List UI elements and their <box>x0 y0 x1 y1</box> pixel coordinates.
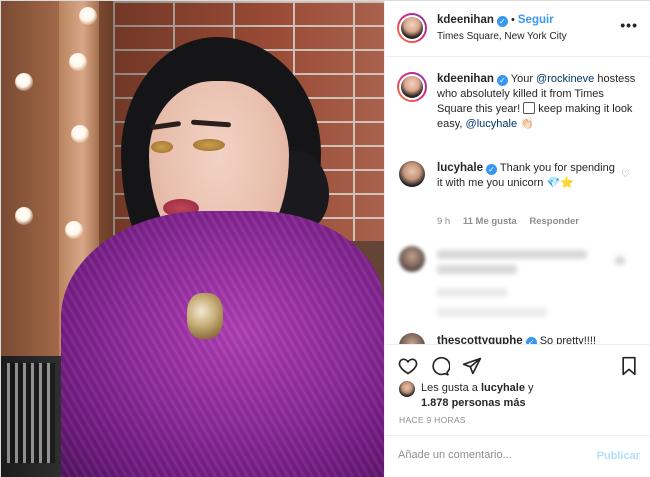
bookmark-icon[interactable] <box>618 355 640 377</box>
partial-avatar <box>399 333 425 344</box>
fur-texture <box>61 211 384 477</box>
likes-user[interactable]: lucyhale <box>481 382 525 394</box>
partial-text: So pretty!!!! <box>539 335 596 344</box>
likes-suffix: y <box>524 382 534 394</box>
header-title-line: kdeenihan ✓ • Seguir <box>437 14 554 27</box>
instagram-post: kdeenihan ✓ • Seguir Times Square, New Yo… <box>0 0 650 477</box>
post-timestamp[interactable]: HACE 9 HORAS <box>399 415 466 425</box>
caption-avatar[interactable] <box>397 72 427 102</box>
comments-list[interactable]: kdeenihan ✓ Your @rockineve hostess who a… <box>385 58 650 344</box>
necklace <box>187 293 223 339</box>
blurred-meta <box>437 288 507 297</box>
partial-comment: thescottyguphe ✓ So pretty!!!! <box>437 334 647 344</box>
caption-part: Your <box>510 73 537 85</box>
reply-emoji: 💎⭐ <box>546 177 574 189</box>
post-location[interactable]: Times Square, New York City <box>437 31 567 42</box>
mention-link[interactable]: @rockineve <box>536 73 594 85</box>
verified-icon: ✓ <box>496 75 508 86</box>
mirror-bulb <box>65 221 83 239</box>
makeup-brushes <box>7 363 55 463</box>
post-sidebar: kdeenihan ✓ • Seguir Times Square, New Yo… <box>384 1 650 477</box>
follow-button[interactable]: Seguir <box>518 14 554 26</box>
blurred-meta <box>437 308 547 317</box>
add-comment-bar: Publicar <box>385 435 650 477</box>
post-header: kdeenihan ✓ • Seguir Times Square, New Yo… <box>385 1 650 57</box>
share-icon[interactable] <box>461 355 483 377</box>
reply-meta: 9 h 11 Me gusta Responder <box>437 216 579 227</box>
likes-count[interactable]: 1.878 personas más <box>421 397 526 409</box>
more-icon[interactable]: ••• <box>620 17 638 33</box>
verified-icon: ✓ <box>525 337 537 344</box>
caption-text: kdeenihan ✓ Your @rockineve hostess who a… <box>437 72 637 132</box>
likes-prefix: Les gusta a <box>421 382 481 394</box>
likes-avatar[interactable] <box>399 381 415 397</box>
blurred-comment <box>615 256 625 265</box>
author-avatar[interactable] <box>397 13 427 43</box>
mirror-bulb <box>15 73 33 91</box>
emoji-glyph <box>523 102 536 114</box>
mirror-bulb <box>71 125 89 143</box>
blurred-avatar <box>399 246 425 272</box>
verified-icon: ✓ <box>486 164 498 175</box>
reply-button[interactable]: Responder <box>529 216 579 227</box>
reply-text: lucyhale ✓ Thank you for spending it with… <box>437 161 617 191</box>
post-photo[interactable] <box>1 1 384 477</box>
author-username[interactable]: kdeenihan <box>437 14 494 26</box>
mirror-bulb <box>15 207 33 225</box>
clap-emoji: 👏🏻 <box>520 118 534 130</box>
eye <box>193 139 225 151</box>
mention-link[interactable]: @lucyhale <box>466 118 518 130</box>
reply-likes[interactable]: 11 Me gusta <box>463 216 517 227</box>
mirror-bulb <box>69 53 87 71</box>
mirror-bulb <box>79 7 97 25</box>
eye <box>151 141 173 153</box>
likes-summary: Les gusta a lucyhale y <box>421 382 534 394</box>
small-heart-icon[interactable]: ♡ <box>621 169 630 180</box>
reply-time: 9 h <box>437 216 451 227</box>
reply-username[interactable]: lucyhale <box>437 162 483 174</box>
blurred-comment <box>437 265 517 274</box>
comment-input[interactable] <box>398 449 588 461</box>
verified-icon: ✓ <box>496 16 508 27</box>
comment-icon[interactable] <box>429 355 451 377</box>
dot-separator: • <box>510 14 518 26</box>
caption-username[interactable]: kdeenihan <box>437 73 494 85</box>
partial-username[interactable]: thescottyguphe <box>437 335 523 344</box>
blurred-comment <box>437 250 587 259</box>
publish-button[interactable]: Publicar <box>597 450 640 462</box>
reply-avatar[interactable] <box>399 161 425 187</box>
heart-icon[interactable] <box>397 355 419 377</box>
